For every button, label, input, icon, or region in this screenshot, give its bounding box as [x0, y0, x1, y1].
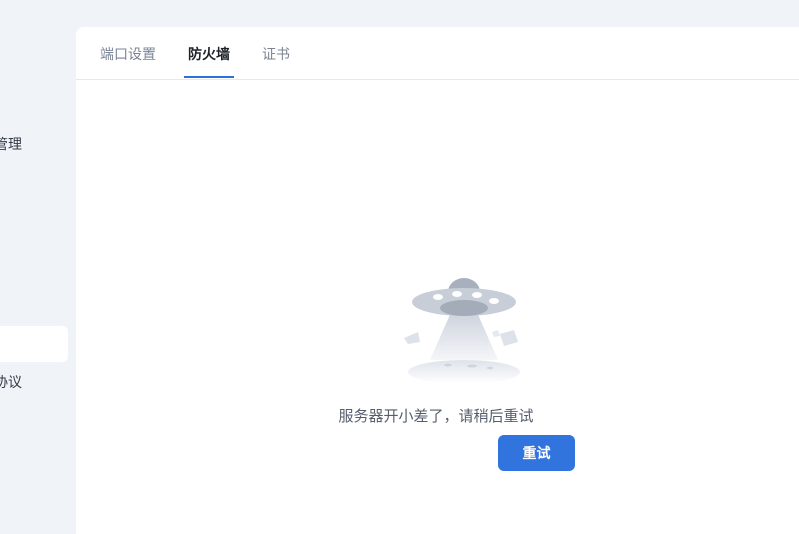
tab-certificate[interactable]: 证书: [262, 44, 290, 64]
tab-port-settings[interactable]: 端口设置: [100, 44, 156, 64]
tab-firewall[interactable]: 防火墙: [188, 44, 230, 64]
sidebar: 管理 协议: [0, 0, 76, 534]
error-message: 服务器开小差了，请稍后重试: [338, 407, 534, 425]
sidebar-item-label: 协议: [0, 375, 22, 391]
ufo-illustration-icon: [404, 278, 520, 382]
sidebar-item-protocol[interactable]: 协议: [0, 372, 22, 392]
sidebar-item-management[interactable]: 管理: [0, 134, 22, 154]
tab-active-indicator: [184, 76, 234, 78]
tab-bar: 端口设置 防火墙 证书: [76, 27, 799, 80]
page: 管理 协议 端口设置 防火墙 证书 服务器开小差了，请稍后重试 重试: [0, 0, 799, 534]
sidebar-item-label: 管理: [0, 137, 22, 153]
sidebar-item-active[interactable]: [0, 326, 68, 362]
retry-button[interactable]: 重试: [498, 435, 575, 471]
